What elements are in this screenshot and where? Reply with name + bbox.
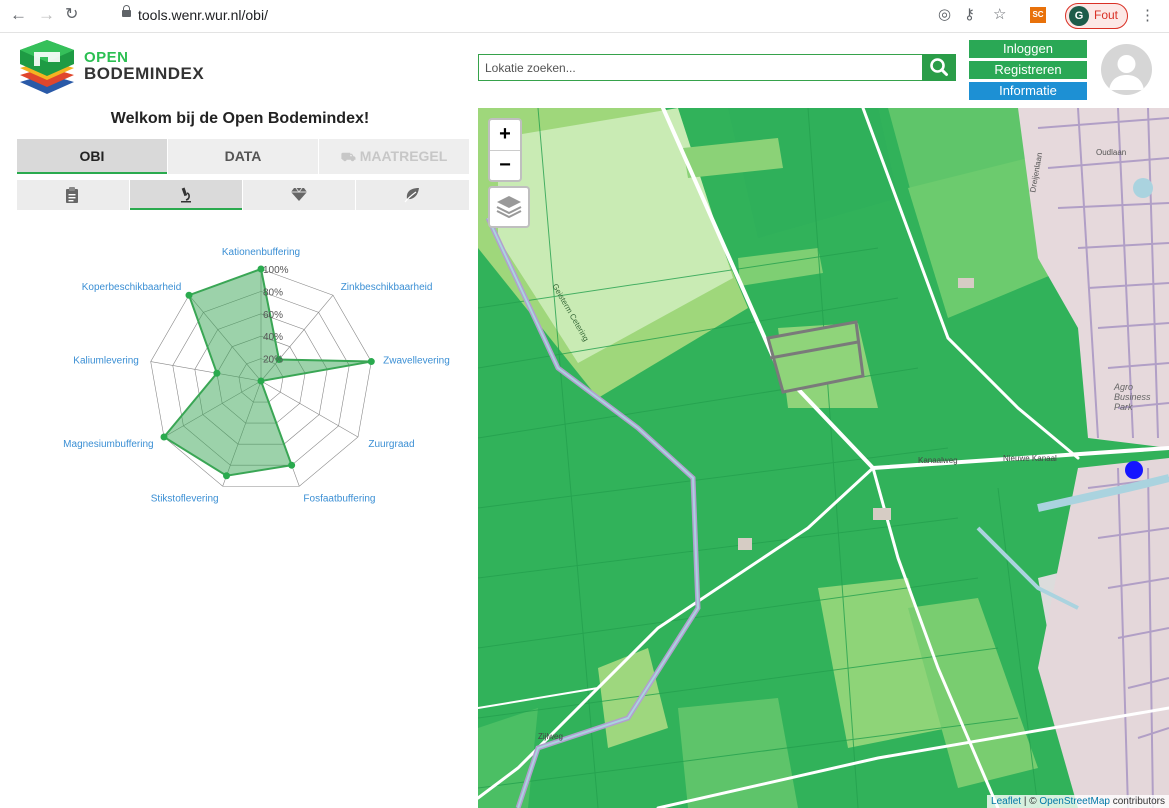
leaf-icon: [404, 188, 419, 203]
browser-toolbar: ← → ↻ tools.wenr.wur.nl/obi/ ◎ ⚷ ☆ SC G …: [0, 0, 1169, 33]
reload-icon[interactable]: ↻: [65, 6, 78, 24]
back-arrow-icon[interactable]: ←: [10, 6, 27, 24]
clipboard-icon: [66, 187, 78, 203]
radar-data-point: [367, 358, 375, 366]
radar-category-label: Fosfaatbuffering: [303, 494, 375, 505]
microscope-icon: [181, 187, 191, 203]
radar-tick-label: 80%: [263, 287, 283, 298]
radar-data-point: [288, 461, 296, 469]
radar-category-label: Magnesiumbuffering: [63, 439, 153, 450]
user-icon: [1109, 55, 1144, 90]
brand-name-line2: BODEMINDEX: [84, 64, 205, 83]
osm-link[interactable]: OpenStreetMap: [1039, 796, 1110, 807]
map-label-oudlaan: Oudlaan: [1096, 148, 1127, 157]
radar-category-label: Kationenbuffering: [222, 247, 300, 258]
radar-tick-label: 100%: [263, 265, 289, 276]
tractor-icon: ⛟: [340, 150, 356, 164]
radar-tick-label: 20%: [263, 355, 283, 366]
attribution-tail: contributors: [1109, 796, 1165, 807]
radar-category-label: Zinkbeschikbaarheid: [341, 282, 433, 293]
radar-data-point: [257, 377, 265, 385]
info-button[interactable]: Informatie: [969, 82, 1087, 100]
subtab-microscope[interactable]: [130, 180, 242, 210]
key-icon[interactable]: ⚷: [964, 6, 975, 24]
map-view[interactable]: + − Geisterm Cetering Kanaalweg Nieuwe K…: [478, 108, 1169, 808]
radar-tick-label: 60%: [263, 310, 283, 321]
welcome-title: Welkom bij de Open Bodemindex!: [110, 110, 370, 127]
profile-avatar: G: [1069, 6, 1089, 26]
address-bar[interactable]: tools.wenr.wur.nl/obi/: [110, 4, 960, 28]
search-button[interactable]: [922, 54, 956, 81]
map-label-kanaalweg: Kanaalweg: [918, 456, 958, 465]
register-button[interactable]: Registreren: [969, 61, 1087, 79]
obi-radar-chart: 20% 40% 60% 80% 100% Kationenbuffering Zinkbes…: [63, 247, 450, 505]
tab-maatregel[interactable]: ⛟ MAATREGEL: [319, 139, 469, 174]
subtab-clipboard[interactable]: [17, 180, 129, 210]
forward-arrow-icon[interactable]: →: [38, 6, 55, 24]
attribution-separator: | ©: [1021, 796, 1040, 807]
star-icon[interactable]: ☆: [993, 6, 1006, 24]
login-button[interactable]: Inloggen: [969, 40, 1087, 58]
map-tiles: [478, 108, 1169, 808]
location-search: [478, 54, 956, 81]
sub-tabs: [17, 180, 469, 210]
user-avatar[interactable]: [1101, 44, 1152, 95]
zoom-out-button[interactable]: −: [490, 151, 520, 181]
map-label-nieuwe-kanaal: Nieuwe Kanaal: [1003, 454, 1057, 463]
layers-icon: [496, 196, 522, 219]
radar-data-point: [223, 472, 231, 480]
radar-category-label: Koperbeschikbaarheid: [82, 282, 182, 293]
location-icon[interactable]: ◎: [938, 6, 951, 24]
extension-icon[interactable]: SC: [1030, 7, 1046, 23]
profile-button[interactable]: G Fout: [1065, 3, 1128, 29]
map-label-agro-business-park: Agro Business Park: [1114, 382, 1151, 412]
radar-data-point: [160, 433, 168, 441]
map-label-zijlweg: Zijlweg: [538, 732, 563, 741]
search-icon: [930, 58, 948, 76]
radar-category-label: Zwavellevering: [383, 355, 450, 366]
tab-maatregel-label: MAATREGEL: [359, 148, 448, 164]
subtab-leaf[interactable]: [356, 180, 469, 210]
layers-button[interactable]: [488, 186, 530, 228]
subtab-diamond[interactable]: [243, 180, 355, 210]
profile-status: Fout: [1094, 8, 1119, 22]
url-text: tools.wenr.wur.nl/obi/: [138, 7, 268, 23]
browser-menu-icon[interactable]: ⋮: [1140, 6, 1155, 24]
location-search-input[interactable]: [478, 54, 925, 81]
logo-icon: [20, 40, 74, 94]
lock-icon: [122, 5, 131, 17]
diamond-icon: [291, 187, 307, 201]
zoom-in-button[interactable]: +: [490, 120, 520, 151]
main-tabs: OBI DATA ⛟ MAATREGEL: [17, 139, 469, 174]
tab-data[interactable]: DATA: [168, 139, 318, 174]
radar-category-label: Zuurgraad: [368, 439, 414, 450]
map-attribution: Leaflet | © OpenStreetMap contributors: [987, 795, 1169, 808]
tab-obi[interactable]: OBI: [17, 139, 167, 174]
radar-data-point: [213, 369, 221, 377]
radar-tick-label: 40%: [263, 332, 283, 343]
radar-data-point: [185, 291, 193, 299]
radar-category-label: Kaliumlevering: [73, 355, 139, 366]
leaflet-link[interactable]: Leaflet: [991, 796, 1021, 807]
radar-category-label: Stikstoflevering: [151, 494, 219, 505]
zoom-control: + −: [488, 118, 522, 182]
